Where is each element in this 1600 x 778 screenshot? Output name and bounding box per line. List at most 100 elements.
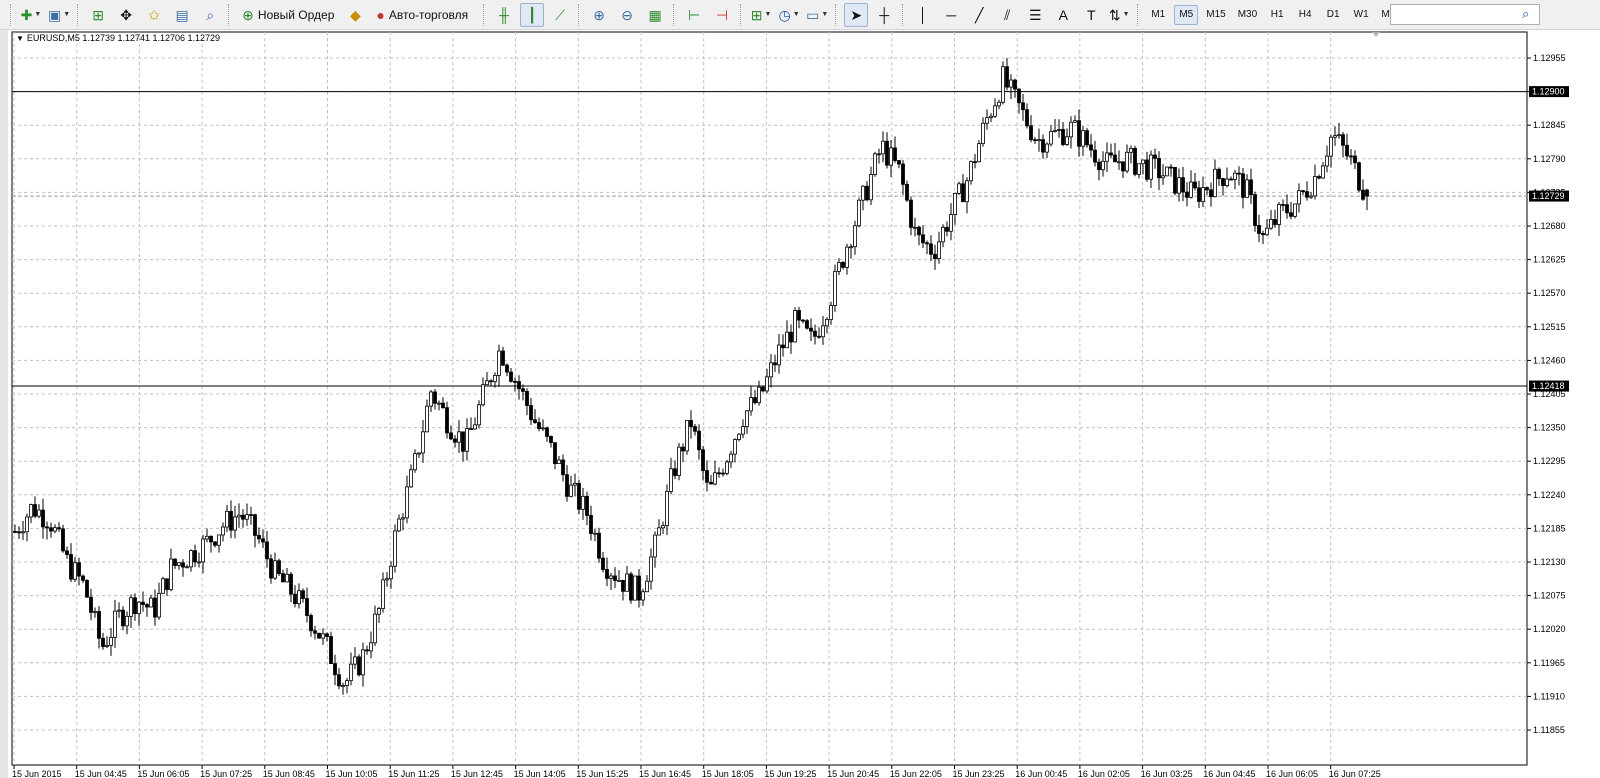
candle-body — [797, 310, 801, 321]
price-label-text: 1.12900 — [1532, 87, 1565, 97]
candle-body — [521, 388, 525, 392]
candle-body — [1029, 125, 1033, 141]
candle-body — [149, 597, 153, 608]
candle-body — [257, 535, 261, 540]
price-tick-label: 1.12020 — [1533, 624, 1566, 634]
candle-body — [337, 674, 341, 687]
candle-body — [1125, 151, 1129, 172]
candle-body — [725, 461, 729, 474]
candle-body — [317, 632, 321, 639]
candle-body — [25, 516, 29, 533]
candle-body — [1365, 189, 1369, 197]
candle-body — [793, 310, 797, 343]
candle-body — [1237, 172, 1241, 175]
candle-body — [285, 573, 289, 583]
candle-body — [129, 597, 133, 617]
candle-body — [697, 430, 701, 451]
price-label-text: 1.12418 — [1532, 381, 1565, 391]
candle-body — [349, 663, 353, 682]
collapse-triangle-icon[interactable]: ▼ — [16, 34, 24, 43]
candle-body — [361, 649, 365, 676]
candle-body — [809, 327, 813, 332]
price-chart[interactable]: 1.129551.129001.128451.127901.127351.126… — [0, 0, 1600, 778]
candle-body — [1021, 102, 1025, 111]
candle-body — [181, 562, 185, 568]
candle-body — [277, 560, 281, 574]
time-tick-label: 15 Jun 07:25 — [200, 769, 252, 778]
candle-body — [161, 578, 165, 594]
candle-body — [769, 362, 773, 378]
candle-body — [1017, 88, 1021, 104]
candle-body — [137, 601, 141, 615]
candle-body — [365, 649, 369, 652]
candle-body — [629, 573, 633, 601]
candle-body — [993, 105, 997, 117]
candle-body — [261, 538, 265, 543]
candle-body — [401, 517, 405, 520]
candle-body — [685, 419, 689, 452]
candle-body — [1285, 204, 1289, 214]
price-tick-label: 1.12845 — [1533, 120, 1566, 130]
candle-body — [1129, 148, 1133, 153]
price-tick-label: 1.11965 — [1533, 658, 1565, 668]
candle-body — [65, 550, 69, 555]
time-tick-label: 15 Jun 11:25 — [388, 769, 439, 778]
candle-body — [205, 535, 209, 540]
candle-body — [1333, 135, 1337, 138]
price-tick-label: 1.12240 — [1533, 490, 1566, 500]
candle-body — [117, 609, 121, 612]
candle-body — [1121, 161, 1125, 172]
time-tick-label: 15 Jun 04:45 — [75, 769, 127, 778]
candle-body — [481, 384, 485, 406]
candle-body — [1277, 204, 1281, 225]
time-tick-label: 16 Jun 07:25 — [1329, 769, 1381, 778]
candle-body — [269, 558, 273, 579]
candle-body — [593, 532, 597, 535]
candle-body — [325, 633, 329, 637]
price-tick-label: 1.12075 — [1533, 591, 1566, 601]
candle-body — [941, 226, 945, 243]
candle-body — [589, 515, 593, 534]
candle-body — [909, 199, 913, 228]
candle-body — [409, 469, 413, 488]
candle-body — [641, 591, 645, 601]
time-tick-label: 15 Jun 06:05 — [137, 769, 189, 778]
candle-body — [1141, 159, 1145, 165]
candle-body — [1013, 79, 1017, 90]
candle-body — [1233, 172, 1237, 180]
candle-body — [133, 597, 137, 615]
candle-body — [1113, 154, 1117, 163]
candle-body — [777, 344, 781, 366]
candle-body — [49, 527, 53, 532]
candle-body — [617, 579, 621, 582]
price-tick-label: 1.11910 — [1533, 691, 1565, 701]
candle-body — [545, 427, 549, 437]
candle-body — [561, 459, 565, 476]
candle-body — [845, 246, 849, 268]
time-tick-label: 15 Jun 19:25 — [764, 769, 816, 778]
candle-body — [1341, 134, 1345, 146]
candle-body — [653, 534, 657, 558]
price-tick-label: 1.12295 — [1533, 456, 1566, 466]
price-tick-label: 1.12515 — [1533, 322, 1566, 332]
candle-body — [465, 428, 469, 452]
candle-body — [125, 615, 129, 627]
candle-body — [493, 375, 497, 382]
price-tick-label: 1.12955 — [1533, 53, 1566, 63]
candle-body — [445, 407, 449, 434]
chart-shift-marker[interactable] — [1372, 32, 1380, 37]
candle-body — [517, 381, 521, 390]
candle-body — [677, 446, 681, 476]
candle-body — [73, 562, 77, 580]
candle-body — [673, 468, 677, 476]
candle-body — [461, 431, 465, 452]
candle-body — [485, 380, 489, 386]
candle-body — [1185, 191, 1189, 198]
candle-body — [525, 390, 529, 406]
candle-body — [969, 161, 973, 182]
candle-body — [381, 579, 385, 609]
candle-body — [469, 428, 473, 430]
candle-body — [649, 556, 653, 582]
candle-body — [925, 242, 929, 245]
candle-body — [709, 481, 713, 485]
